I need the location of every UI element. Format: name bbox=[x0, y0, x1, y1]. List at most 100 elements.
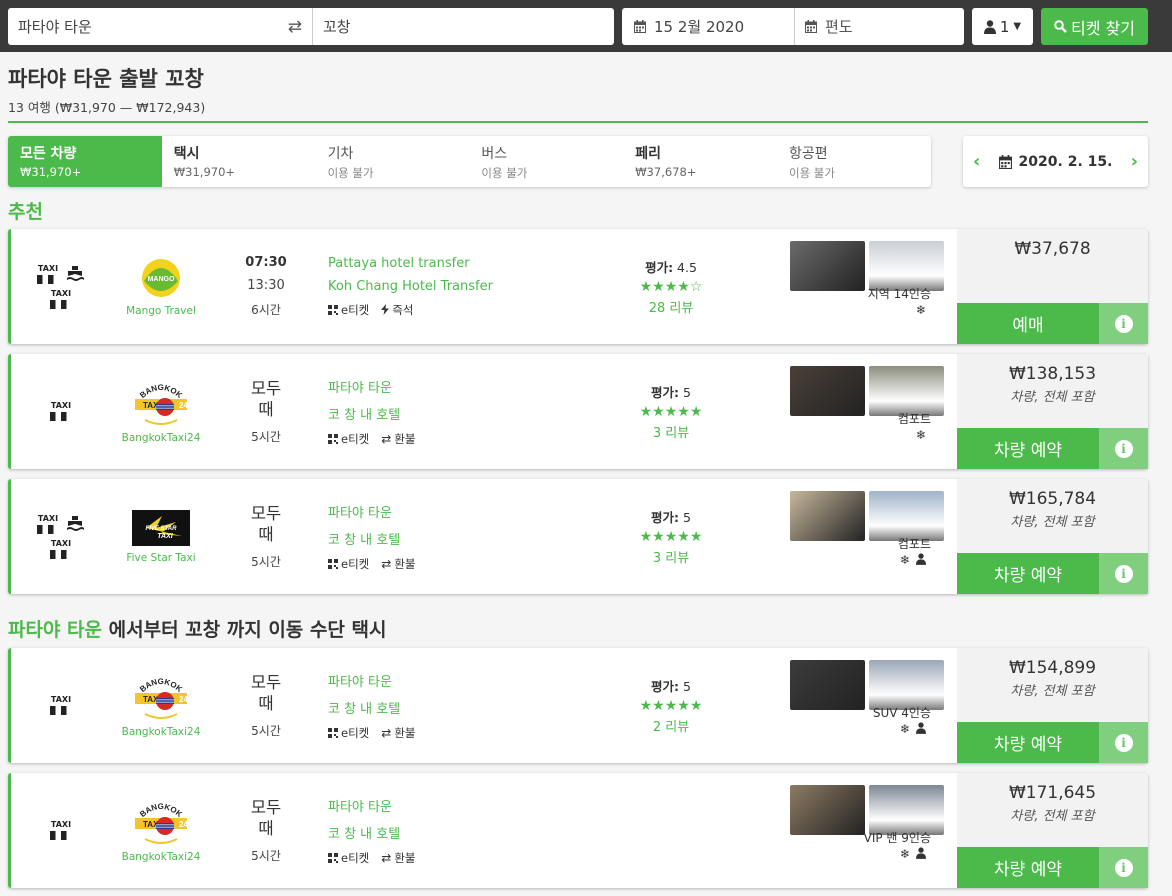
pickup-location[interactable]: 파타야 타운 bbox=[328, 377, 588, 396]
info-button[interactable]: i bbox=[1099, 303, 1148, 344]
info-icon: i bbox=[1114, 439, 1133, 458]
trip-card[interactable]: TAXI BANGKOK TAXI 24 BangkokTaxi24 모두 때 5시간 파타야 … bbox=[8, 354, 1148, 469]
calendar-icon bbox=[998, 154, 1012, 169]
book-button[interactable]: 차량 예약 bbox=[957, 847, 1099, 888]
vehicle-exterior-photo[interactable] bbox=[869, 491, 944, 541]
tab-taxi[interactable]: 택시 ₩31,970+ bbox=[162, 136, 316, 187]
vehicle-exterior-photo[interactable] bbox=[869, 241, 944, 291]
section-title-highlight: 파타야 타운 bbox=[8, 619, 103, 641]
vehicle-interior-photo[interactable] bbox=[790, 785, 865, 835]
search-bar: 파타야 타운 ⇄ 꼬창 15 2월 2020 편도 1 ▼ 티켓 찾기 bbox=[0, 0, 1172, 52]
passenger-select[interactable]: 1 ▼ bbox=[972, 8, 1033, 45]
vehicle-exterior-photo[interactable] bbox=[869, 366, 944, 416]
info-button[interactable]: i bbox=[1099, 553, 1148, 594]
vehicle-exterior-photo[interactable] bbox=[869, 660, 944, 710]
chevron-left-icon[interactable]: ‹ bbox=[973, 151, 980, 172]
user-icon bbox=[916, 722, 926, 734]
dropoff-location[interactable]: Koh Chang Hotel Transfer bbox=[328, 279, 588, 294]
book-button[interactable]: 차량 예약 bbox=[957, 722, 1099, 763]
operator-name[interactable]: BangkokTaxi24 bbox=[122, 851, 201, 863]
vehicle-type: VIP 밴 9인승 bbox=[863, 831, 931, 845]
operator-name[interactable]: Five Star Taxi bbox=[126, 552, 195, 564]
rating-block bbox=[606, 773, 736, 888]
reviews-link[interactable]: 2 리뷰 bbox=[653, 716, 689, 735]
info-button[interactable]: i bbox=[1099, 428, 1148, 469]
pickup-location[interactable]: 파타야 타운 bbox=[328, 671, 588, 690]
svg-text:24: 24 bbox=[179, 695, 188, 704]
schedule: 모두 때 5시간 bbox=[233, 773, 299, 888]
schedule: 모두 때 5시간 bbox=[233, 479, 299, 594]
tab-ferry[interactable]: 페리 ₩37,678+ bbox=[623, 136, 777, 187]
to-input[interactable]: 꼬창 bbox=[312, 8, 614, 45]
bolt-icon bbox=[381, 304, 390, 315]
price-panel: ₩138,153 차량, 전체 포함 차량 예약 i bbox=[957, 354, 1148, 469]
from-input[interactable]: 파타야 타운 ⇄ bbox=[8, 8, 312, 45]
rating: 평가: 5 bbox=[651, 679, 691, 694]
taxi-icon: TAXI bbox=[37, 514, 59, 534]
vehicle-type: 지역 14인승 bbox=[867, 287, 931, 301]
ferry-icon bbox=[67, 266, 84, 281]
pickup-location[interactable]: 파타야 타운 bbox=[328, 502, 588, 521]
trip-card[interactable]: TAXI TAXI MANGO Mango Travel 07:30 13:30 6시간 Pa… bbox=[8, 229, 1148, 344]
tab-label: 택시 bbox=[173, 146, 200, 162]
dropoff-location[interactable]: 코 창 내 호텔 bbox=[328, 823, 588, 842]
trip-card[interactable]: TAXI TAXI FIVE STAR TAXI Five Star Taxi 모두 때 5시… bbox=[8, 479, 1148, 594]
vehicle-interior-photo[interactable] bbox=[790, 491, 865, 541]
svg-text:24: 24 bbox=[179, 401, 188, 410]
reviews-link[interactable]: 28 리뷰 bbox=[649, 297, 694, 316]
taxi-icon: TAXI bbox=[50, 402, 72, 421]
search-tickets-button[interactable]: 티켓 찾기 bbox=[1041, 8, 1148, 45]
current-date[interactable]: 2020. 2. 15. bbox=[1019, 154, 1113, 170]
operator-name[interactable]: Mango Travel bbox=[126, 305, 196, 317]
swap-icon[interactable]: ⇄ bbox=[288, 17, 302, 37]
operator: BANGKOK TAXI 24 BangkokTaxi24 bbox=[111, 354, 211, 469]
vehicle-interior-photo[interactable] bbox=[790, 241, 865, 291]
svg-text:24: 24 bbox=[179, 820, 188, 829]
amenities: ❄ bbox=[916, 428, 926, 442]
operator-name[interactable]: BangkokTaxi24 bbox=[122, 726, 201, 738]
route: 파타야 타운 코 창 내 호텔 e티켓 ⇄ 환불 bbox=[328, 354, 588, 469]
tab-all-vehicles[interactable]: 모든 차량 ₩31,970+ bbox=[8, 136, 162, 187]
taxi-icon: TAXI bbox=[37, 264, 59, 284]
tab-price: ₩31,970+ bbox=[173, 165, 236, 179]
trip-card[interactable]: TAXI BANGKOK TAXI 24 BangkokTaxi24 모두 때 5시간 파타야 … bbox=[8, 773, 1148, 888]
book-button[interactable]: 예매 bbox=[957, 303, 1099, 344]
vehicle-exterior-photo[interactable] bbox=[869, 785, 944, 835]
tab-train[interactable]: 기차 이용 불가 bbox=[316, 136, 470, 187]
vehicle-interior-photo[interactable] bbox=[790, 366, 865, 416]
reviews-link[interactable]: 3 리뷰 bbox=[653, 422, 689, 441]
rating-stars: ★★★★☆ bbox=[639, 279, 703, 295]
rating: 평가: 5 bbox=[651, 510, 691, 525]
price: ₩171,645 bbox=[1008, 783, 1097, 803]
pickup-location[interactable]: 파타야 타운 bbox=[328, 796, 588, 815]
divider bbox=[8, 121, 1148, 123]
trip-card[interactable]: TAXI BANGKOK TAXI 24 BangkokTaxi24 모두 때 5시간 파타야 … bbox=[8, 648, 1148, 763]
pickup-location[interactable]: Pattaya hotel transfer bbox=[328, 256, 588, 271]
tab-bus[interactable]: 버스 이용 불가 bbox=[469, 136, 623, 187]
price-panel: ₩171,645 차량, 전체 포함 차량 예약 i bbox=[957, 773, 1148, 888]
tab-status: 이용 불가 bbox=[327, 166, 374, 180]
chevron-right-icon[interactable]: › bbox=[1131, 151, 1138, 172]
transport-icons: TAXI TAXI bbox=[31, 229, 91, 344]
user-icon bbox=[983, 19, 996, 34]
info-icon: i bbox=[1114, 314, 1133, 333]
info-button[interactable]: i bbox=[1099, 847, 1148, 888]
reviews-link[interactable]: 3 리뷰 bbox=[653, 547, 689, 566]
rating-stars: ★★★★★ bbox=[639, 698, 703, 714]
price: ₩138,153 bbox=[1008, 364, 1097, 384]
tab-price: ₩31,970+ bbox=[20, 165, 82, 179]
book-button[interactable]: 차량 예약 bbox=[957, 428, 1099, 469]
svg-text:FIVE STAR: FIVE STAR bbox=[146, 526, 178, 532]
dropoff-location[interactable]: 코 창 내 호텔 bbox=[328, 529, 588, 548]
tab-flight[interactable]: 항공편 이용 불가 bbox=[777, 136, 931, 187]
info-button[interactable]: i bbox=[1099, 722, 1148, 763]
dropoff-location[interactable]: 코 창 내 호텔 bbox=[328, 404, 588, 423]
rating-block: 평가: 5 ★★★★★ 2 리뷰 bbox=[606, 648, 736, 763]
rating-block: 평가: 5 ★★★★★ 3 리뷰 bbox=[606, 354, 736, 469]
departure-date-input[interactable]: 15 2월 2020 bbox=[622, 8, 794, 45]
dropoff-location[interactable]: 코 창 내 호텔 bbox=[328, 698, 588, 717]
vehicle-interior-photo[interactable] bbox=[790, 660, 865, 710]
operator-name[interactable]: BangkokTaxi24 bbox=[122, 432, 201, 444]
book-button[interactable]: 차량 예약 bbox=[957, 553, 1099, 594]
return-date-input[interactable]: 편도 bbox=[794, 8, 964, 45]
